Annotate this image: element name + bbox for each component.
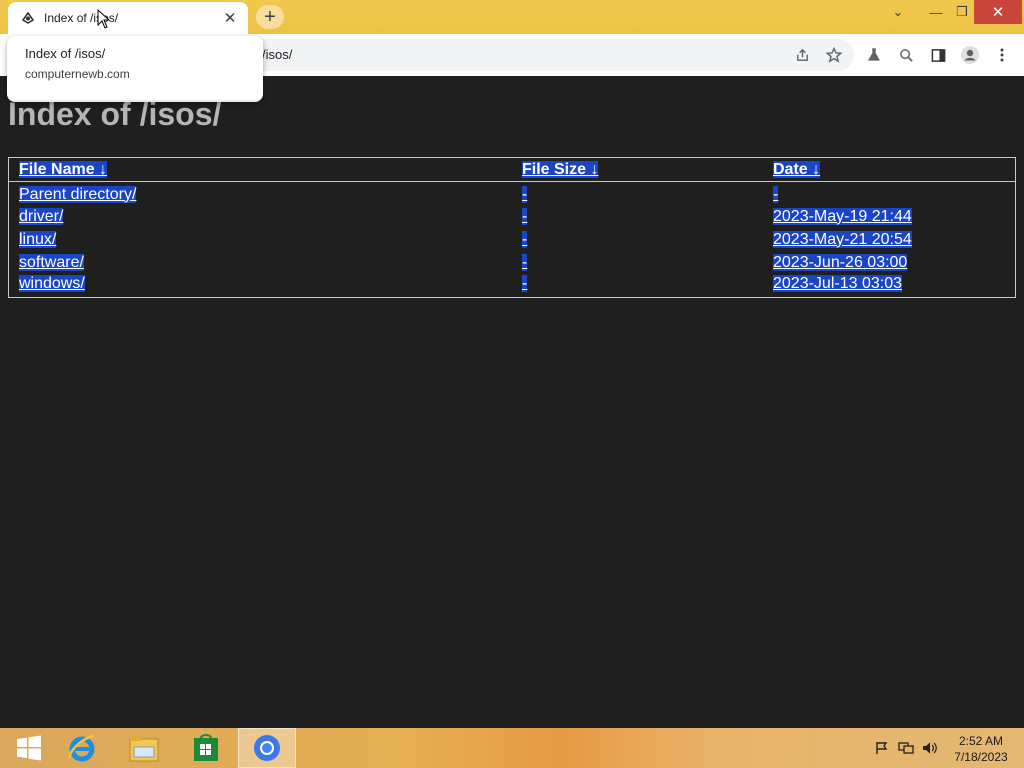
internet-explorer-button[interactable] <box>53 728 111 768</box>
cell-date: 2023-Jun-26 03:00 <box>763 251 1015 274</box>
window-close-button[interactable]: ✕ <box>974 0 1022 24</box>
cell-size: - <box>512 228 763 251</box>
windows-start-icon <box>17 735 41 761</box>
cell-name: windows/ <box>9 274 512 297</box>
cell-size: - <box>512 274 763 297</box>
cell-name: software/ <box>9 251 512 274</box>
profile-avatar-icon[interactable] <box>960 45 980 65</box>
cell-date: 2023-May-21 20:54 <box>763 228 1015 251</box>
sort-date-link[interactable]: Date ↓ <box>773 160 821 178</box>
store-icon <box>194 734 218 761</box>
file-explorer-icon <box>129 736 159 762</box>
date-link[interactable]: - <box>773 185 779 203</box>
size-link[interactable]: - <box>522 207 528 225</box>
table-row: Parent directory/ - - <box>9 182 1015 205</box>
site-favicon-icon <box>20 10 36 26</box>
cell-name: driver/ <box>9 205 512 228</box>
side-panel-icon[interactable] <box>928 45 948 65</box>
file-link[interactable]: Parent directory/ <box>19 185 137 203</box>
tab-hover-card: Index of /isos/ computernewb.com <box>7 36 263 102</box>
date-text: 2023-May-19 21:44 <box>773 207 912 225</box>
cell-date: 2023-Jul-13 03:03 <box>763 274 1015 297</box>
file-link[interactable]: windows/ <box>19 274 85 292</box>
mouse-cursor-icon <box>97 9 111 29</box>
cell-size: - <box>512 205 763 228</box>
table-row: software/ - 2023-Jun-26 03:00 <box>9 251 1015 274</box>
browser-tab[interactable]: Index of /isos/ ✕ <box>8 2 248 34</box>
table-row: windows/ - 2023-Jul-13 03:03 <box>9 274 1015 297</box>
header-file-name: File Name ↓ <box>9 158 512 182</box>
cell-name: linux/ <box>9 228 512 251</box>
sort-file-size-link[interactable]: File Size ↓ <box>522 160 599 178</box>
store-button[interactable] <box>177 728 235 768</box>
address-url[interactable]: /isos/ <box>262 47 292 62</box>
clock-date: 7/18/2023 <box>954 750 1008 764</box>
hover-card-domain: computernewb.com <box>25 67 130 81</box>
size-link[interactable]: - <box>522 185 528 203</box>
size-link[interactable]: - <box>522 274 528 292</box>
hover-card-title: Index of /isos/ <box>25 46 106 61</box>
table-header-row: File Name ↓ File Size ↓ Date ↓ <box>9 158 1015 182</box>
size-link[interactable]: - <box>522 230 528 248</box>
file-link[interactable]: driver/ <box>19 207 64 225</box>
table-row: linux/ - 2023-May-21 20:54 <box>9 228 1015 251</box>
header-date: Date ↓ <box>763 158 1015 182</box>
date-text: 2023-Jul-13 03:03 <box>773 274 902 292</box>
sort-file-name-link[interactable]: File Name ↓ <box>19 160 108 178</box>
bookmark-star-icon[interactable] <box>824 45 844 65</box>
file-link[interactable]: software/ <box>19 253 84 271</box>
tab-close-icon[interactable]: ✕ <box>222 9 238 27</box>
taskbar: 2:52 AM 7/18/2023 <box>0 728 1024 768</box>
tab-strip: Index of /isos/ ✕ + ⌄ — ❐ ✕ <box>0 0 1024 34</box>
size-link[interactable]: - <box>522 253 528 271</box>
tab-title: Index of /isos/ <box>44 11 119 25</box>
new-tab-button[interactable]: + <box>256 5 284 29</box>
file-link[interactable]: linux/ <box>19 230 57 248</box>
date-text: 2023-May-21 20:54 <box>773 230 912 248</box>
cell-name: Parent directory/ <box>9 182 512 205</box>
cell-date: 2023-May-19 21:44 <box>763 205 1015 228</box>
search-icon[interactable] <box>896 45 916 65</box>
file-explorer-button[interactable] <box>115 728 173 768</box>
start-button[interactable] <box>0 728 58 768</box>
system-clock[interactable]: 2:52 AM 7/18/2023 <box>946 733 1016 765</box>
header-file-size: File Size ↓ <box>512 158 763 182</box>
menu-kebab-icon[interactable] <box>992 45 1012 65</box>
flag-icon[interactable] <box>873 740 891 756</box>
table-row: driver/ - 2023-May-19 21:44 <box>9 205 1015 228</box>
cell-size: - <box>512 251 763 274</box>
labs-flask-icon[interactable] <box>864 45 884 65</box>
network-icon[interactable] <box>897 740 915 756</box>
chrome-icon <box>254 735 280 761</box>
chrome-taskbar-button[interactable] <box>238 728 296 768</box>
cell-date: - <box>763 182 1015 205</box>
share-icon[interactable] <box>792 45 812 65</box>
volume-icon[interactable] <box>921 740 939 756</box>
clock-time: 2:52 AM <box>958 734 1004 748</box>
file-listing-table: File Name ↓ File Size ↓ Date ↓ Parent di… <box>8 157 1016 298</box>
internet-explorer-icon <box>68 734 95 762</box>
cell-size: - <box>512 182 763 205</box>
page-content: Index of /isos/ File Name ↓ File Size ↓ … <box>0 76 1024 728</box>
tab-search-icon[interactable]: ⌄ <box>882 0 914 24</box>
date-text: 2023-Jun-26 03:00 <box>773 253 908 271</box>
